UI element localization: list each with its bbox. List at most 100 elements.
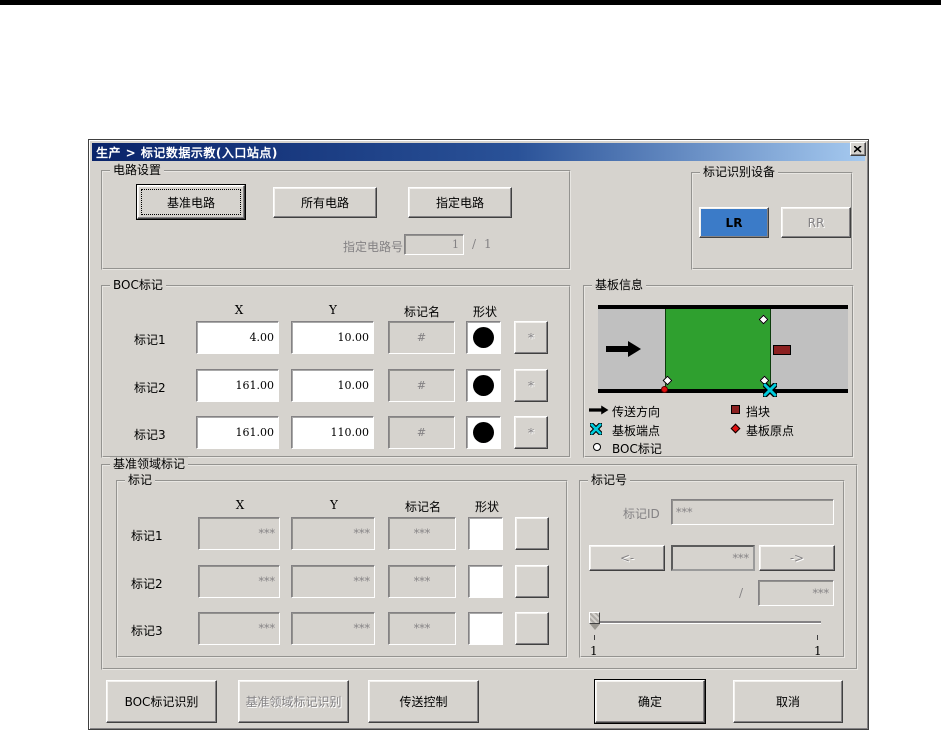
legend-boc-label: BOC标记: [612, 440, 662, 457]
boc-marks-group: BOC标记 X Y 标记名 形状 标记1 4.00 10.00 # * 标记2 …: [101, 285, 571, 458]
circuit-settings-group: 电路设置 基准电路 所有电路 指定电路 指定电路号 1 / 1: [101, 170, 571, 270]
board-origin-icon: [731, 424, 741, 434]
boc-row3-label: 标记3: [134, 426, 166, 443]
conveyor-direction-arrow-icon: [589, 405, 609, 415]
ref-row3-shape-box: [468, 612, 503, 645]
ref-row3-label: 标记3: [131, 622, 163, 639]
boc-row2-label: 标记2: [134, 379, 166, 396]
ref-row3-y-field: ***: [291, 612, 375, 645]
boc-row1-shape-box[interactable]: [466, 321, 501, 354]
slider-thumb-body: [589, 612, 600, 624]
ref-header-shape: 形状: [462, 498, 512, 515]
cancel-button[interactable]: 取消: [733, 680, 843, 723]
reference-marks-subgroup: 标记 X Y 标记名 形状 标记1 *** *** *** 标记2 *** **…: [116, 480, 568, 658]
stopper-icon: [731, 405, 740, 414]
mark-data-teaching-dialog: 生产 > 标记数据示教(入口站点) 电路设置 基准电路 所有电路 指定电路 指定…: [88, 139, 869, 730]
legend-row-2: 基板端点 基板原点: [585, 422, 850, 436]
boc-header-name: 标记名: [389, 303, 455, 320]
mark-shape-circle-icon: [473, 327, 494, 348]
ref-header-y: Y: [293, 498, 375, 512]
mark-number-group: 标记号 标记ID *** <- *** -> / *** 1 1: [579, 480, 845, 658]
ref-row1-action-button: [515, 517, 549, 550]
legend-origin-label: 基板原点: [746, 422, 794, 439]
conveyor-direction-arrow-icon: [606, 341, 642, 357]
boc-mark-icon: [593, 443, 601, 451]
boc-row2-x-field[interactable]: 161.00: [196, 369, 279, 402]
board-info-label: 基板信息: [592, 278, 646, 292]
ref-row3-name-field: ***: [388, 612, 456, 645]
stopper-icon: [773, 345, 791, 355]
specified-circuit-number-label: 指定电路号: [343, 238, 403, 255]
slider-thumb-point: [590, 624, 600, 630]
boc-row2-name-field: #: [388, 369, 455, 402]
base-circuit-button[interactable]: 基准电路: [137, 185, 245, 219]
board-info-group: 基板信息 传送方向 挡块: [583, 285, 854, 458]
boc-row3-x-field[interactable]: 161.00: [196, 416, 279, 449]
mark-slider-thumb[interactable]: [589, 612, 600, 630]
mark-recognition-device-label: 标记识别设备: [700, 165, 778, 179]
board-endpoint-icon: [763, 383, 777, 397]
conveyor-rail-bottom: [598, 389, 848, 393]
boc-row2-shape-box[interactable]: [466, 369, 501, 402]
circuit-settings-label: 电路设置: [110, 163, 164, 177]
boc-header-x: X: [199, 303, 279, 317]
ref-area-mark-recognize-button: 基准领域标记识别: [238, 680, 349, 723]
board-endpoint-icon: [590, 423, 602, 435]
legend-row-1: 传送方向 挡块: [585, 403, 850, 417]
lr-button[interactable]: LR: [699, 207, 769, 238]
legend-direction-label: 传送方向: [612, 403, 660, 420]
ref-header-name: 标记名: [390, 498, 456, 515]
reference-marks-sublabel: 标记: [125, 473, 155, 487]
slider-tick-max: [817, 635, 818, 640]
ref-row2-shape-box: [468, 565, 503, 598]
boc-header-y: Y: [293, 303, 373, 317]
ref-row1-shape-box: [468, 517, 503, 550]
boc-row3-y-field[interactable]: 110.00: [291, 416, 374, 449]
mark-shape-circle-icon: [473, 375, 494, 396]
page-top-rule: [0, 0, 941, 5]
mark-shape-circle-icon: [473, 422, 494, 443]
ref-row2-name-field: ***: [388, 565, 456, 598]
specified-circuit-number-field: 1: [404, 234, 464, 255]
boc-marks-label: BOC标记: [110, 278, 166, 292]
slider-max-label: 1: [814, 644, 822, 658]
legend-row-3: BOC标记: [585, 440, 850, 454]
close-button[interactable]: [850, 142, 866, 156]
boc-row1-y-field[interactable]: 10.00: [291, 321, 374, 354]
ref-row1-name-field: ***: [388, 517, 456, 550]
boc-row2-action-button: *: [514, 369, 548, 402]
ref-row1-x-field: ***: [198, 517, 280, 550]
circuit-number-total: 1: [484, 237, 492, 251]
circuit-number-slash: /: [472, 237, 476, 251]
ref-row2-label: 标记2: [131, 575, 163, 592]
legend-stopper-label: 挡块: [746, 403, 770, 420]
boc-row1-action-button: *: [514, 321, 548, 354]
ok-button[interactable]: 确定: [595, 680, 705, 723]
board-rect: [665, 309, 771, 389]
boc-row2-y-field[interactable]: 10.00: [291, 369, 374, 402]
mark-id-label: 标记ID: [623, 505, 660, 522]
reference-area-marks-group: 基准领域标记 标记 X Y 标记名 形状 标记1 *** *** *** 标记2…: [101, 464, 858, 670]
boc-mark-recognize-button[interactable]: BOC标记识别: [106, 680, 217, 723]
boc-row1-x-field[interactable]: 4.00: [196, 321, 279, 354]
window-title: 生产 > 标记数据示教(入口站点): [96, 144, 278, 161]
boc-row3-name-field: #: [388, 416, 455, 449]
titlebar[interactable]: 生产 > 标记数据示教(入口站点): [92, 143, 865, 161]
boc-row1-name-field: #: [388, 321, 455, 354]
boc-row3-action-button: *: [514, 416, 548, 449]
boc-header-shape: 形状: [459, 303, 511, 320]
all-circuits-button[interactable]: 所有电路: [273, 187, 377, 218]
prev-mark-button: <-: [589, 545, 665, 571]
boc-row3-shape-box[interactable]: [466, 416, 501, 449]
mark-slider-track[interactable]: [592, 621, 821, 623]
board-origin-icon: [661, 386, 668, 393]
ref-row2-action-button: [515, 565, 549, 598]
transfer-control-button[interactable]: 传送控制: [368, 680, 479, 723]
ref-row2-y-field: ***: [291, 565, 375, 598]
mark-count-slash: /: [739, 586, 743, 600]
current-mark-field: ***: [671, 545, 755, 571]
slider-min-label: 1: [590, 644, 598, 658]
board-diagram: [598, 305, 848, 393]
boc-row1-label: 标记1: [134, 331, 166, 348]
specify-circuit-button[interactable]: 指定电路: [408, 187, 512, 218]
